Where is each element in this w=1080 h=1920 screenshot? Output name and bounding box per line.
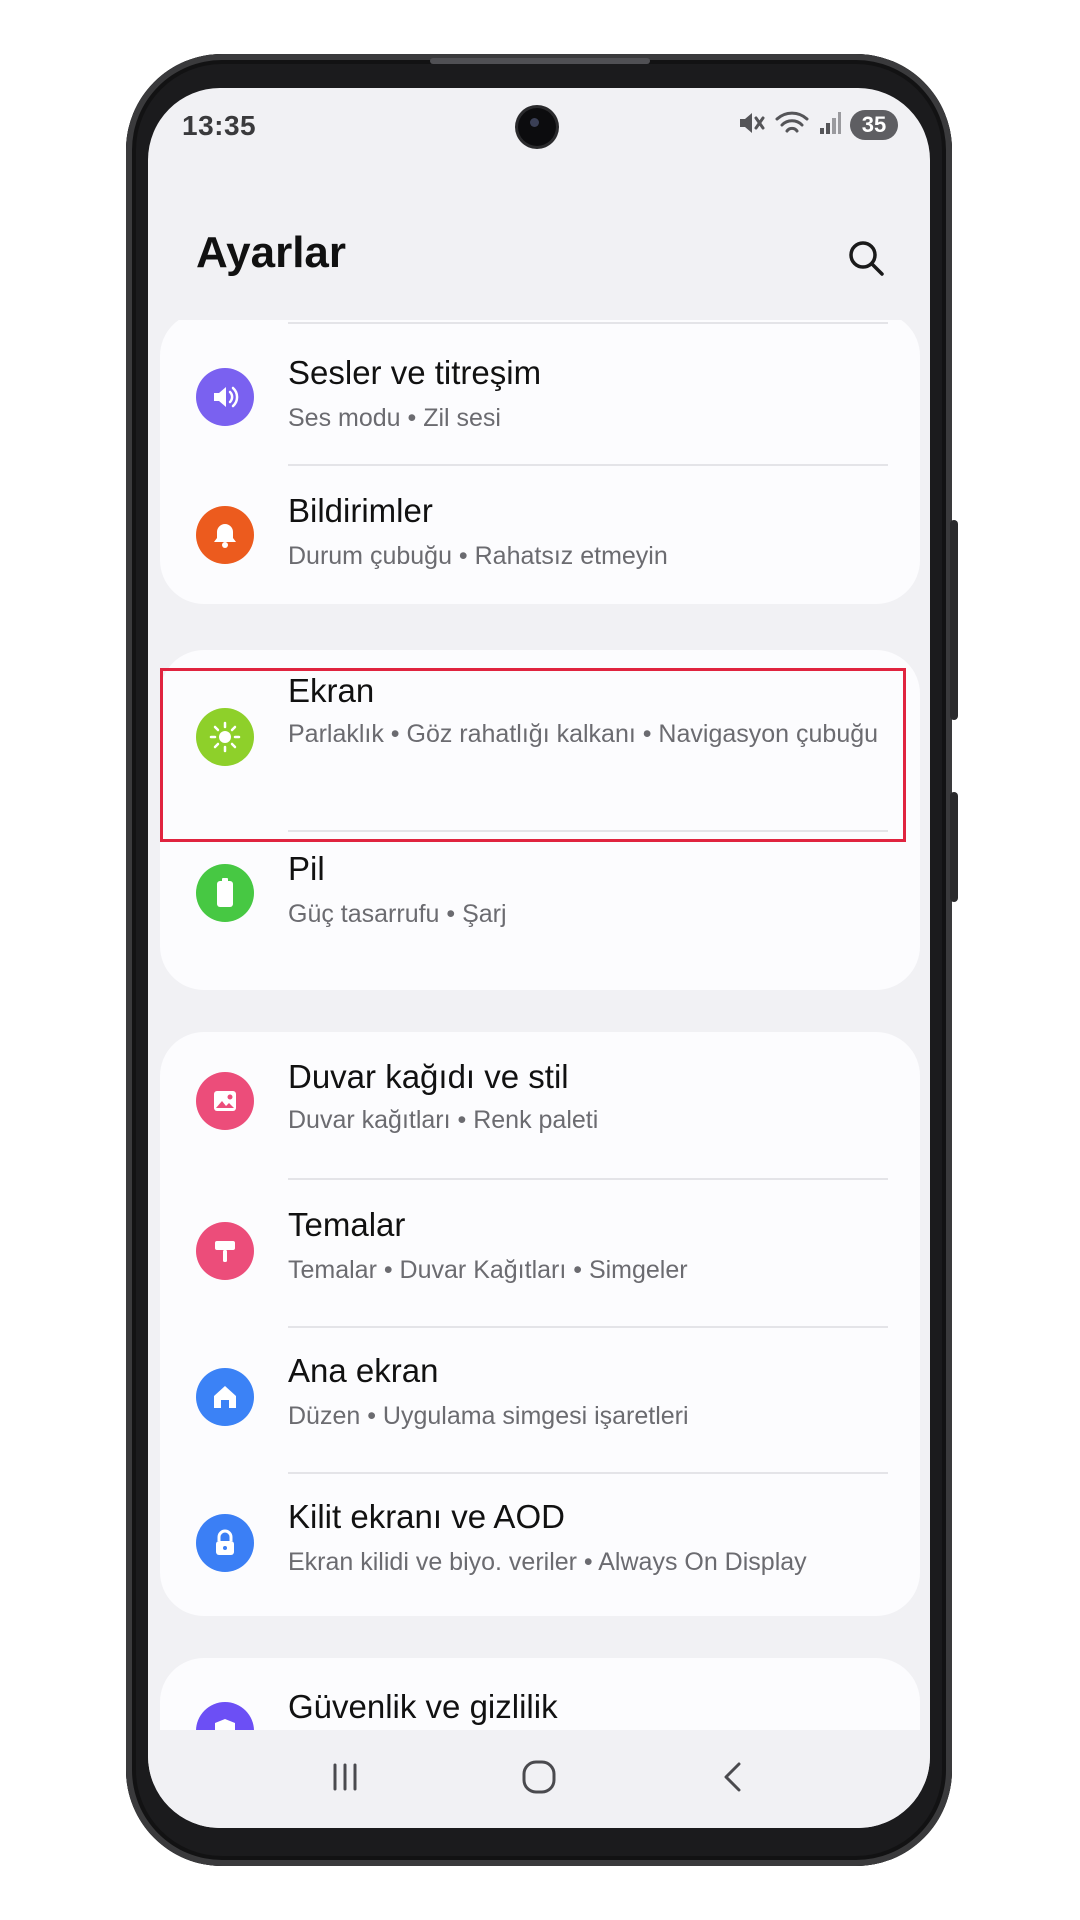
settings-group: Ekran Parlaklık • Göz rahatlığı kalkanı … (160, 650, 920, 990)
status-time: 13:35 (182, 110, 257, 141)
settings-item-notifications[interactable]: Bildirimler Durum çubuğu • Rahatsız etme… (160, 466, 920, 604)
volume-button (950, 520, 958, 720)
settings-item-lock-screen[interactable]: Kilit ekranı ve AOD Ekran kilidi ve biyo… (160, 1474, 920, 1616)
home-button-icon (519, 1757, 559, 1802)
back-icon (715, 1759, 751, 1800)
divider (288, 322, 888, 324)
item-title: Ekran (288, 672, 375, 709)
page-title: Ayarlar (196, 228, 347, 277)
lock-icon (196, 1514, 254, 1572)
search-button[interactable] (834, 228, 898, 292)
item-subtitle: Düzen • Uygulama simgesi işaretleri (288, 1402, 689, 1430)
screen: 13:35 35 Ayarlar Sesler ve titreşim Ses … (148, 88, 930, 1828)
status-bar: 13:35 35 (148, 88, 930, 158)
search-icon (846, 238, 886, 283)
bell-icon (196, 506, 254, 564)
back-button[interactable] (693, 1747, 773, 1811)
mute-icon (736, 108, 766, 143)
status-icons: 35 (736, 108, 898, 142)
item-title: Kilit ekranı ve AOD (288, 1498, 565, 1535)
settings-item-display[interactable]: Ekran Parlaklık • Göz rahatlığı kalkanı … (160, 650, 920, 830)
item-subtitle: Parlaklık • Göz rahatlığı kalkanı • Navi… (288, 720, 879, 748)
item-subtitle: Temalar • Duvar Kağıtları • Simgeler (288, 1256, 688, 1284)
settings-item-themes[interactable]: Temalar Temalar • Duvar Kağıtları • Simg… (160, 1180, 920, 1326)
wifi-icon (774, 108, 810, 143)
battery-indicator: 35 (850, 110, 898, 140)
sun-icon (196, 708, 254, 766)
power-button (950, 792, 958, 902)
battery-icon (196, 864, 254, 922)
item-title: Pil (288, 850, 325, 887)
item-subtitle: Duvar kağıtları • Renk paleti (288, 1106, 599, 1134)
navigation-bar (148, 1730, 930, 1828)
item-title: Güvenlik ve gizlilik (288, 1688, 558, 1725)
item-subtitle: Ses modu • Zil sesi (288, 404, 501, 432)
home-icon (196, 1368, 254, 1426)
settings-item-security[interactable]: Güvenlik ve gizlilik (160, 1658, 920, 1730)
speaker-icon (196, 368, 254, 426)
item-subtitle: Ekran kilidi ve biyo. veriler • Always O… (288, 1548, 807, 1576)
settings-item-home-screen[interactable]: Ana ekran Düzen • Uygulama simgesi işare… (160, 1328, 920, 1472)
settings-item-sounds[interactable]: Sesler ve titreşim Ses modu • Zil sesi (160, 330, 920, 464)
item-title: Duvar kağıdı ve stil (288, 1058, 569, 1095)
item-title: Temalar (288, 1206, 406, 1243)
settings-group: Güvenlik ve gizlilik (160, 1658, 920, 1730)
item-subtitle: Güç tasarrufu • Şarj (288, 900, 507, 928)
item-title: Bildirimler (288, 492, 433, 529)
shield-icon (196, 1702, 254, 1730)
recents-button[interactable] (305, 1747, 385, 1811)
settings-group: Sesler ve titreşim Ses modu • Zil sesi B… (160, 320, 920, 604)
brush-icon (196, 1222, 254, 1280)
item-subtitle: Durum çubuğu • Rahatsız etmeyin (288, 542, 668, 570)
signal-icon (818, 108, 842, 143)
home-button[interactable] (499, 1747, 579, 1811)
settings-list[interactable]: Sesler ve titreşim Ses modu • Zil sesi B… (148, 320, 930, 1730)
settings-group: Duvar kağıdı ve stil Duvar kağıtları • R… (160, 1032, 920, 1616)
image-icon (196, 1072, 254, 1130)
recents-icon (327, 1759, 363, 1800)
speaker-grille (430, 58, 650, 64)
settings-item-wallpaper[interactable]: Duvar kağıdı ve stil Duvar kağıtları • R… (160, 1032, 920, 1178)
item-title: Sesler ve titreşim (288, 354, 542, 391)
item-title: Ana ekran (288, 1352, 439, 1389)
front-camera (518, 108, 556, 146)
settings-item-battery[interactable]: Pil Güç tasarrufu • Şarj (160, 832, 920, 982)
